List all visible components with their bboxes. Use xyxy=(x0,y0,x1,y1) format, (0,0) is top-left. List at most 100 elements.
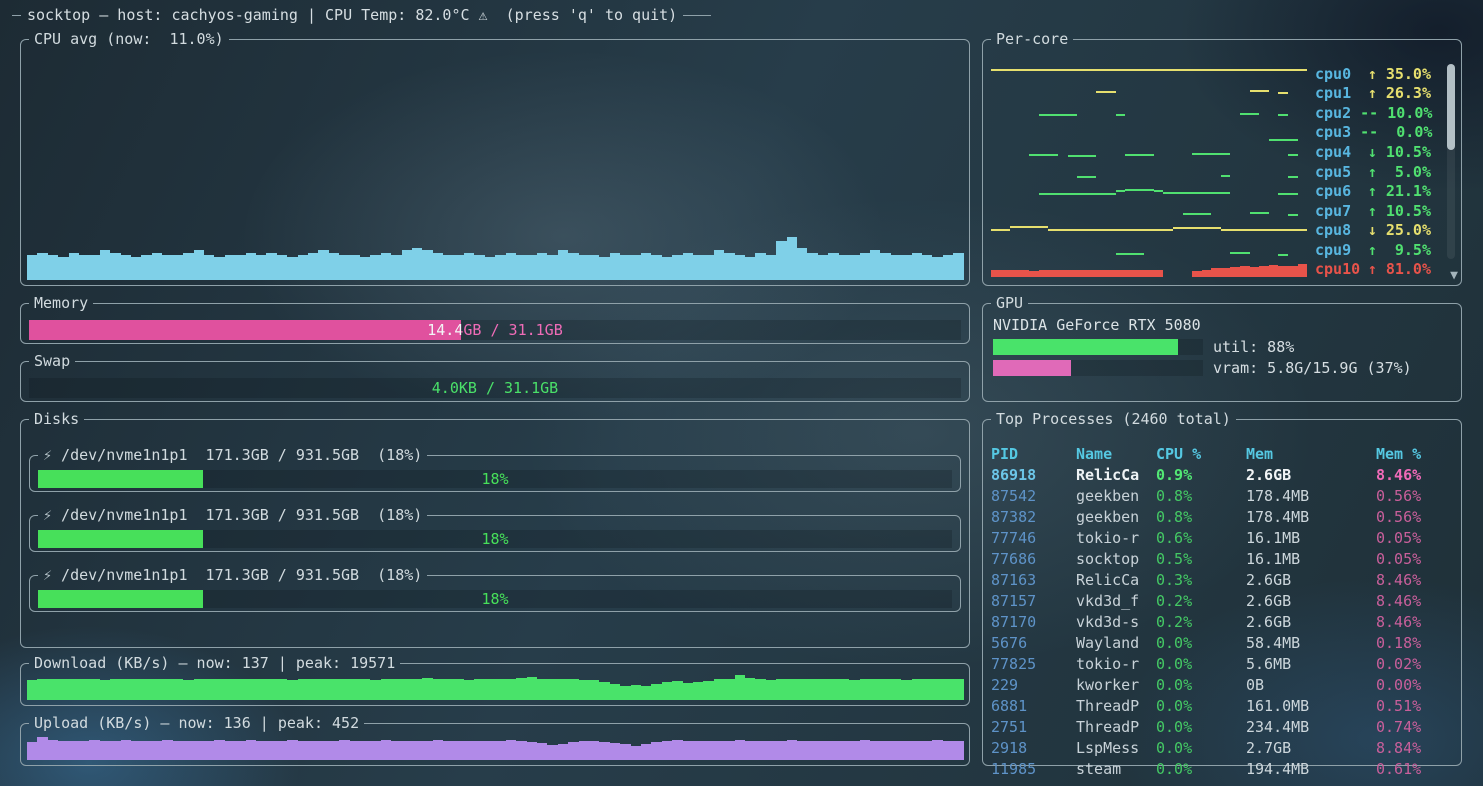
spark-cell xyxy=(1192,183,1202,199)
process-cpu: 0.2% xyxy=(1156,612,1246,633)
spark-bar xyxy=(141,741,151,760)
spark-bar xyxy=(672,681,682,700)
spark-cell xyxy=(991,242,1001,258)
percore-scrollbar[interactable] xyxy=(1447,64,1455,259)
percore-sparkline xyxy=(991,261,1307,277)
spark-bar xyxy=(610,253,620,280)
spark-cell xyxy=(1154,85,1164,101)
process-pid: 77686 xyxy=(991,549,1076,570)
spark-bar xyxy=(412,248,422,280)
spark-cell xyxy=(991,144,1001,160)
spark-bar xyxy=(360,679,370,700)
process-row[interactable]: 2751ThreadP0.0%234.4MB0.74% xyxy=(991,717,1453,738)
spark-cell xyxy=(1020,242,1030,258)
spark-bar xyxy=(787,740,797,760)
spark-bar xyxy=(412,741,422,761)
process-cpu: 0.0% xyxy=(1156,717,1246,738)
spark-mark xyxy=(1154,69,1164,71)
core-value: ↑ 26.3% xyxy=(1368,84,1431,102)
process-row[interactable]: 86918RelicCa0.9%2.6GB8.46% xyxy=(991,465,1453,486)
spark-cell xyxy=(1298,164,1308,180)
spark-bar xyxy=(932,740,942,760)
core-name: cpu3 xyxy=(1315,123,1360,141)
spark-cell xyxy=(1096,164,1106,180)
process-row[interactable]: 5676Wayland0.0%58.4MB0.18% xyxy=(991,633,1453,654)
spark-bar xyxy=(662,682,672,700)
disk-gauge: 18% xyxy=(38,590,952,608)
spark-mark xyxy=(1288,176,1298,178)
process-row[interactable]: 2918LspMess0.0%2.7GB8.84% xyxy=(991,738,1453,759)
spark-bar xyxy=(433,679,443,700)
spark-bar xyxy=(527,742,537,760)
spark-cell xyxy=(1221,164,1231,180)
core-value: ↓ 25.0% xyxy=(1368,221,1431,239)
percore-scrollbar-thumb[interactable] xyxy=(1447,64,1455,150)
spark-bar xyxy=(693,255,703,280)
spark-bar xyxy=(870,679,880,700)
spark-mark xyxy=(1077,69,1087,71)
spark-cell xyxy=(1163,144,1173,160)
spark-cell xyxy=(1029,66,1039,82)
spark-bar xyxy=(766,680,776,700)
spark-cell xyxy=(1211,242,1221,258)
memory-usage-label-onbar: 14.4GB / 31.1GB xyxy=(29,320,461,340)
spark-bar xyxy=(121,740,131,760)
spark-mark xyxy=(1068,270,1078,277)
process-row[interactable]: 87542geekben0.8%178.4MB0.56% xyxy=(991,486,1453,507)
spark-bar xyxy=(131,257,141,280)
spark-mark xyxy=(1163,69,1173,71)
spark-cell xyxy=(1048,203,1058,219)
spark-cell xyxy=(1048,85,1058,101)
app-title: socktop — host: cachyos-gaming | CPU Tem… xyxy=(27,6,677,24)
spark-cell xyxy=(1077,144,1087,160)
process-row[interactable]: 11985steam0.0%194.4MB0.61% xyxy=(991,759,1453,780)
spark-mark xyxy=(1250,229,1260,231)
spark-cell xyxy=(1106,144,1116,160)
process-row[interactable]: 87163RelicCa0.3%2.6GB8.46% xyxy=(991,570,1453,591)
spark-mark xyxy=(1288,229,1298,231)
process-memp: 0.05% xyxy=(1376,549,1453,570)
spark-cell xyxy=(1221,242,1231,258)
spark-mark xyxy=(1125,253,1135,255)
process-row[interactable]: 87170vkd3d-s0.2%2.6GB8.46% xyxy=(991,612,1453,633)
spark-cell xyxy=(1010,261,1020,277)
spark-mark xyxy=(1278,139,1288,141)
process-row[interactable]: 229kworker0.0%0B0.00% xyxy=(991,675,1453,696)
spark-mark xyxy=(1087,155,1097,157)
spark-mark xyxy=(1135,270,1145,277)
spark-cell xyxy=(1202,183,1212,199)
spark-cell xyxy=(1116,124,1126,140)
spark-mark xyxy=(1068,69,1078,71)
process-row[interactable]: 87157vkd3d_f0.2%2.6GB8.46% xyxy=(991,591,1453,612)
spark-cell xyxy=(1250,242,1260,258)
spark-mark xyxy=(1116,114,1126,116)
spark-bar xyxy=(318,679,328,700)
spark-cell xyxy=(1125,203,1135,219)
spark-cell xyxy=(1048,222,1058,238)
process-row[interactable]: 87382geekben0.8%178.4MB0.56% xyxy=(991,507,1453,528)
spark-bar xyxy=(69,679,79,700)
spark-cell xyxy=(1163,261,1173,277)
spark-cell xyxy=(1278,222,1288,238)
scroll-down-icon[interactable]: ▼ xyxy=(1450,269,1458,282)
spark-cell xyxy=(1221,183,1231,199)
spark-mark xyxy=(1020,270,1030,277)
process-row[interactable]: 77825tokio-r0.0%5.6MB0.02% xyxy=(991,654,1453,675)
spark-bar xyxy=(547,255,557,280)
spark-mark xyxy=(1278,69,1288,71)
spark-mark xyxy=(1001,229,1011,231)
spark-cell xyxy=(1029,222,1039,238)
spark-cell xyxy=(1163,222,1173,238)
spark-bar xyxy=(516,741,526,760)
spark-bar xyxy=(235,741,245,761)
spark-cell xyxy=(1001,242,1011,258)
process-row[interactable]: 77746tokio-r0.6%16.1MB0.05% xyxy=(991,528,1453,549)
process-row[interactable]: 77686socktop0.5%16.1MB0.05% xyxy=(991,549,1453,570)
column-header-mem: Mem xyxy=(1246,444,1376,465)
process-row[interactable]: 6881ThreadP0.0%161.0MB0.51% xyxy=(991,696,1453,717)
spark-bar xyxy=(620,686,630,700)
spark-cell xyxy=(991,164,1001,180)
spark-mark xyxy=(1154,229,1164,231)
download-sparkline xyxy=(27,674,963,700)
spark-mark xyxy=(1173,227,1183,229)
